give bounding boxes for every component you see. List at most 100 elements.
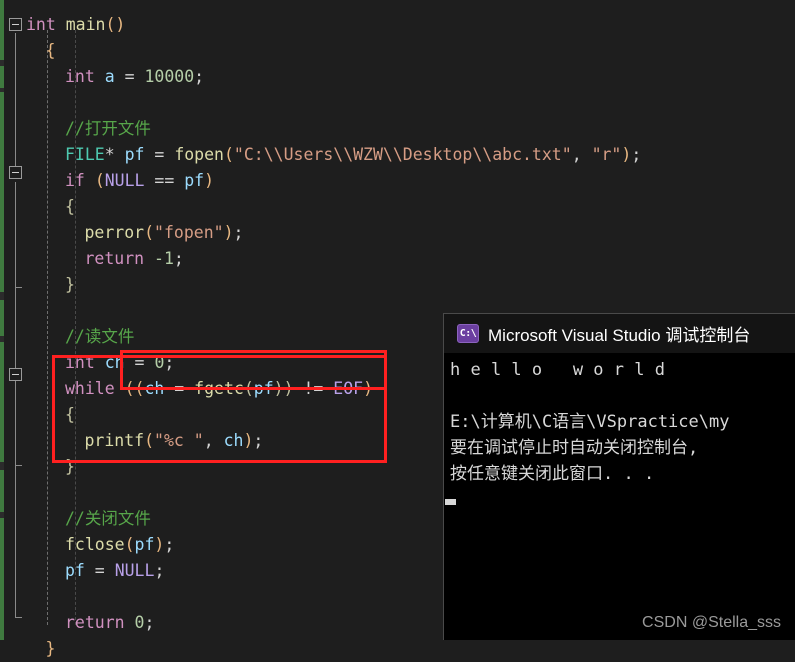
code-token: //读文件: [65, 327, 135, 346]
code-line[interactable]: {: [65, 194, 75, 220]
code-token: fopen: [174, 145, 224, 164]
code-line[interactable]: if (NULL == pf): [65, 168, 214, 194]
code-token: printf: [84, 431, 145, 450]
code-token: *: [104, 145, 125, 164]
change-segment: [0, 0, 4, 60]
code-token: fclose: [65, 535, 125, 554]
code-token: ): [621, 145, 632, 164]
code-token: (: [243, 379, 254, 398]
change-segment: [0, 470, 4, 512]
code-line[interactable]: int a = 10000;: [65, 64, 204, 90]
code-token: ): [243, 431, 254, 450]
outlining-column[interactable]: [6, 0, 26, 640]
code-token: (: [223, 145, 234, 164]
code-line[interactable]: while ((ch = fgetc(pf)) != EOF): [65, 376, 373, 402]
console-line: 按任意键关闭此窗口. . .: [450, 464, 655, 484]
change-segment: [0, 92, 4, 292]
code-token: ;: [233, 223, 244, 242]
code-line[interactable]: {: [46, 38, 56, 64]
code-token: "fopen": [154, 223, 224, 242]
console-line: h e l l o w o r l d: [450, 360, 676, 380]
code-token: FILE: [65, 145, 105, 164]
code-line[interactable]: }: [65, 454, 75, 480]
code-token: //打开文件: [65, 119, 151, 138]
code-token: (): [105, 15, 126, 34]
code-token: ): [223, 223, 234, 242]
console-title-bar[interactable]: C:\ Microsoft Visual Studio 调试控制台: [444, 314, 795, 353]
code-token: int: [65, 67, 95, 86]
code-token: =: [84, 561, 115, 580]
code-token: ;: [154, 561, 165, 580]
code-token: }: [65, 275, 75, 294]
code-token: return: [84, 249, 145, 268]
code-line[interactable]: return 0;: [65, 610, 154, 636]
fold-guide-line: [15, 182, 22, 618]
collapse-toggle-icon[interactable]: [9, 368, 22, 381]
code-token: !=: [293, 379, 334, 398]
indent-guide-outer: [47, 30, 48, 625]
code-line[interactable]: pf = NULL;: [65, 558, 164, 584]
code-token: (: [124, 535, 135, 554]
code-token: fgetc: [194, 379, 244, 398]
code-token: "r": [591, 145, 622, 164]
console-cursor: [445, 499, 456, 505]
code-line[interactable]: FILE* pf = fopen("C:\\Users\\WZW\\Deskto…: [65, 142, 641, 168]
code-line[interactable]: }: [65, 272, 75, 298]
change-segment: [0, 300, 4, 336]
code-token: ;: [631, 145, 642, 164]
code-token: (: [144, 431, 155, 450]
code-line[interactable]: //关闭文件: [65, 506, 151, 532]
code-token: pf: [124, 145, 145, 164]
code-token: 0: [134, 613, 145, 632]
code-line[interactable]: //打开文件: [65, 116, 151, 142]
code-token: }: [65, 457, 75, 476]
code-token: ;: [194, 67, 205, 86]
code-line[interactable]: int main(): [26, 12, 125, 38]
code-line[interactable]: perror("fopen");: [85, 220, 244, 246]
code-token: main: [65, 15, 106, 34]
code-token: ;: [253, 431, 264, 450]
code-token: int: [26, 15, 56, 34]
code-token: "%c ": [154, 431, 204, 450]
code-line[interactable]: int ch = 0;: [65, 350, 174, 376]
code-token: ((: [124, 379, 145, 398]
code-token: ): [154, 535, 165, 554]
code-token: )): [273, 379, 294, 398]
code-token: perror: [84, 223, 145, 242]
change-segment: [0, 66, 4, 88]
code-token: =: [164, 379, 195, 398]
code-token: pf: [184, 171, 205, 190]
code-token: if: [65, 171, 85, 190]
code-token: ;: [144, 613, 155, 632]
collapse-toggle-icon[interactable]: [9, 166, 22, 179]
collapse-toggle-icon[interactable]: [9, 18, 22, 31]
code-token: {: [65, 197, 75, 216]
code-token: 10000: [144, 67, 195, 86]
code-token: a: [104, 67, 115, 86]
change-segment: [0, 518, 4, 640]
code-line[interactable]: printf("%c ", ch);: [85, 428, 264, 454]
code-line[interactable]: fclose(pf);: [65, 532, 174, 558]
code-token: NULL: [114, 561, 155, 580]
code-token: {: [65, 405, 75, 424]
code-token: pf: [134, 535, 155, 554]
debug-console-window[interactable]: C:\ Microsoft Visual Studio 调试控制台 h e l …: [443, 313, 795, 640]
code-token: =: [124, 353, 155, 372]
console-line: 要在调试停止时自动关闭控制台,: [450, 438, 699, 458]
code-line[interactable]: return -1;: [85, 246, 184, 272]
code-token: ): [204, 171, 215, 190]
code-token: ch: [144, 379, 165, 398]
code-line[interactable]: //读文件: [65, 324, 134, 350]
code-token: =: [144, 145, 175, 164]
cmd-icon-text: C:\: [459, 327, 477, 339]
code-line[interactable]: {: [65, 402, 75, 428]
code-token: ,: [203, 431, 224, 450]
code-token: }: [45, 639, 56, 658]
console-title-text: Microsoft Visual Studio 调试控制台: [488, 326, 751, 345]
code-token: 0: [154, 353, 165, 372]
